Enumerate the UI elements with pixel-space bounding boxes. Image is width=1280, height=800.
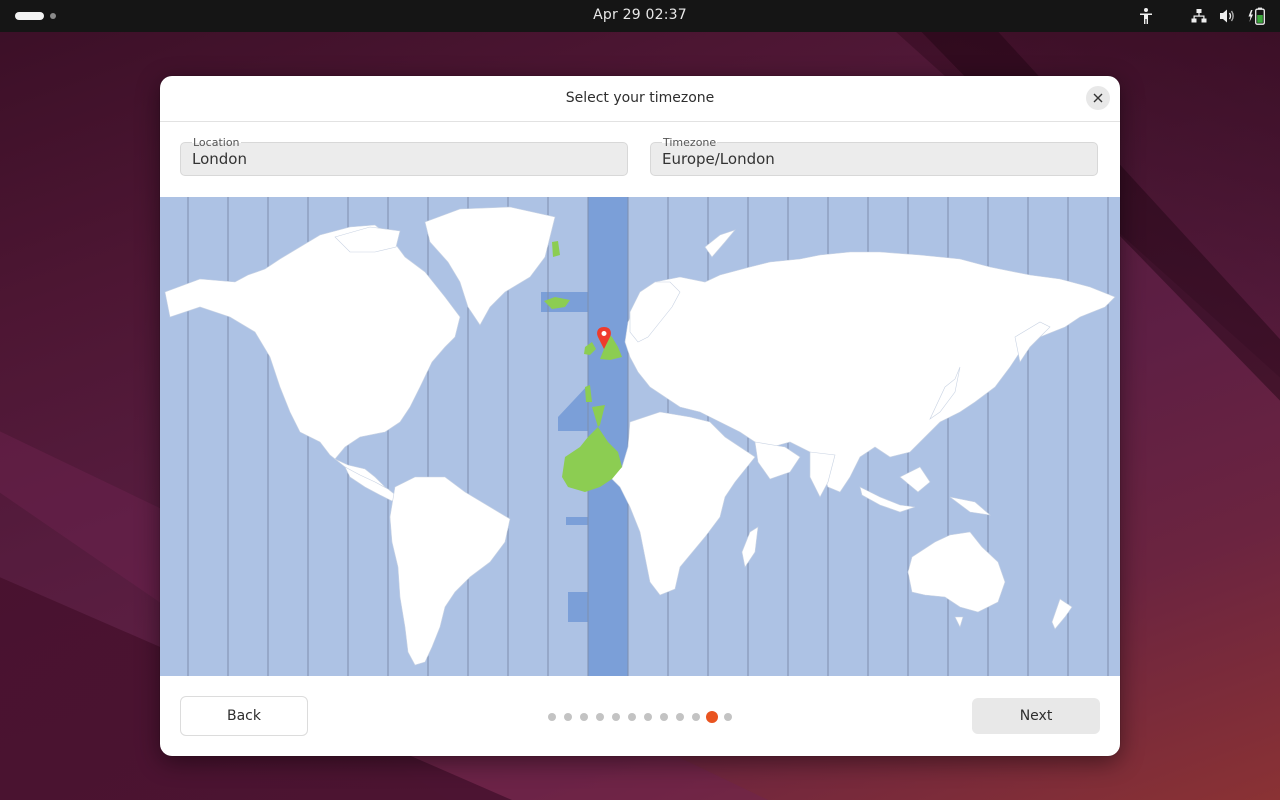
page-dot-active: [706, 711, 718, 723]
battery-charging-icon[interactable]: [1247, 7, 1267, 25]
page-dot: [564, 713, 572, 721]
location-field[interactable]: Location: [180, 136, 628, 176]
close-icon: [1093, 93, 1103, 103]
page-dot: [612, 713, 620, 721]
page-dot: [692, 713, 700, 721]
page-dot: [596, 713, 604, 721]
page-dot: [676, 713, 684, 721]
top-bar: Apr 29 02:37: [0, 0, 1280, 32]
clock[interactable]: Apr 29 02:37: [0, 7, 1280, 23]
selected-timezone-band[interactable]: [568, 592, 588, 622]
page-dot: [724, 713, 732, 721]
close-button[interactable]: [1086, 86, 1110, 110]
timezone-field[interactable]: Timezone: [650, 136, 1098, 176]
volume-icon[interactable]: [1219, 7, 1237, 25]
page-dot: [628, 713, 636, 721]
dialog-title: Select your timezone: [565, 90, 715, 106]
timezone-map[interactable]: [160, 197, 1120, 676]
timezone-input[interactable]: [662, 150, 1082, 168]
page-dot: [660, 713, 668, 721]
location-input[interactable]: [192, 150, 612, 168]
selected-timezone-band[interactable]: [566, 517, 588, 525]
page-dot: [548, 713, 556, 721]
location-label: Location: [192, 136, 241, 150]
network-icon[interactable]: [1191, 7, 1207, 25]
accessibility-icon[interactable]: [1138, 7, 1154, 25]
timezone-label: Timezone: [662, 136, 718, 150]
page-dot: [644, 713, 652, 721]
dialog-header: Select your timezone: [160, 76, 1120, 122]
next-button[interactable]: Next: [972, 698, 1100, 734]
timezone-dialog: Select your timezone Location Timezone: [160, 76, 1120, 756]
page-dot: [580, 713, 588, 721]
world-map[interactable]: [160, 197, 1120, 676]
